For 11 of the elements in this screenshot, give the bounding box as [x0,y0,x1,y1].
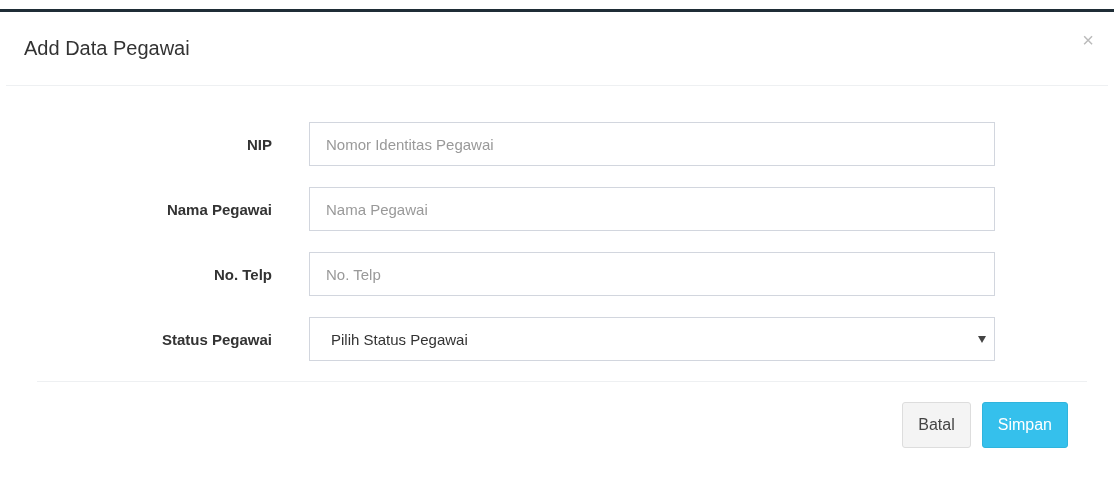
dropdown-caret-icon [978,335,986,343]
text-field[interactable]: No. Telp [309,252,995,296]
text-field[interactable]: Nama Pegawai [309,187,995,231]
cancel-button[interactable]: Batal [902,402,971,448]
dialog-title: Add Data Pegawai [24,37,190,60]
field-label: No. Telp [212,265,272,283]
select-field[interactable]: Pilih Status Pegawai [309,317,995,361]
field-label: Nama Pegawai [165,200,272,218]
field-label: Status Pegawai [160,330,272,348]
text-field[interactable]: Nomor Identitas Pegawai [309,122,995,166]
field-label: NIP [246,135,272,153]
